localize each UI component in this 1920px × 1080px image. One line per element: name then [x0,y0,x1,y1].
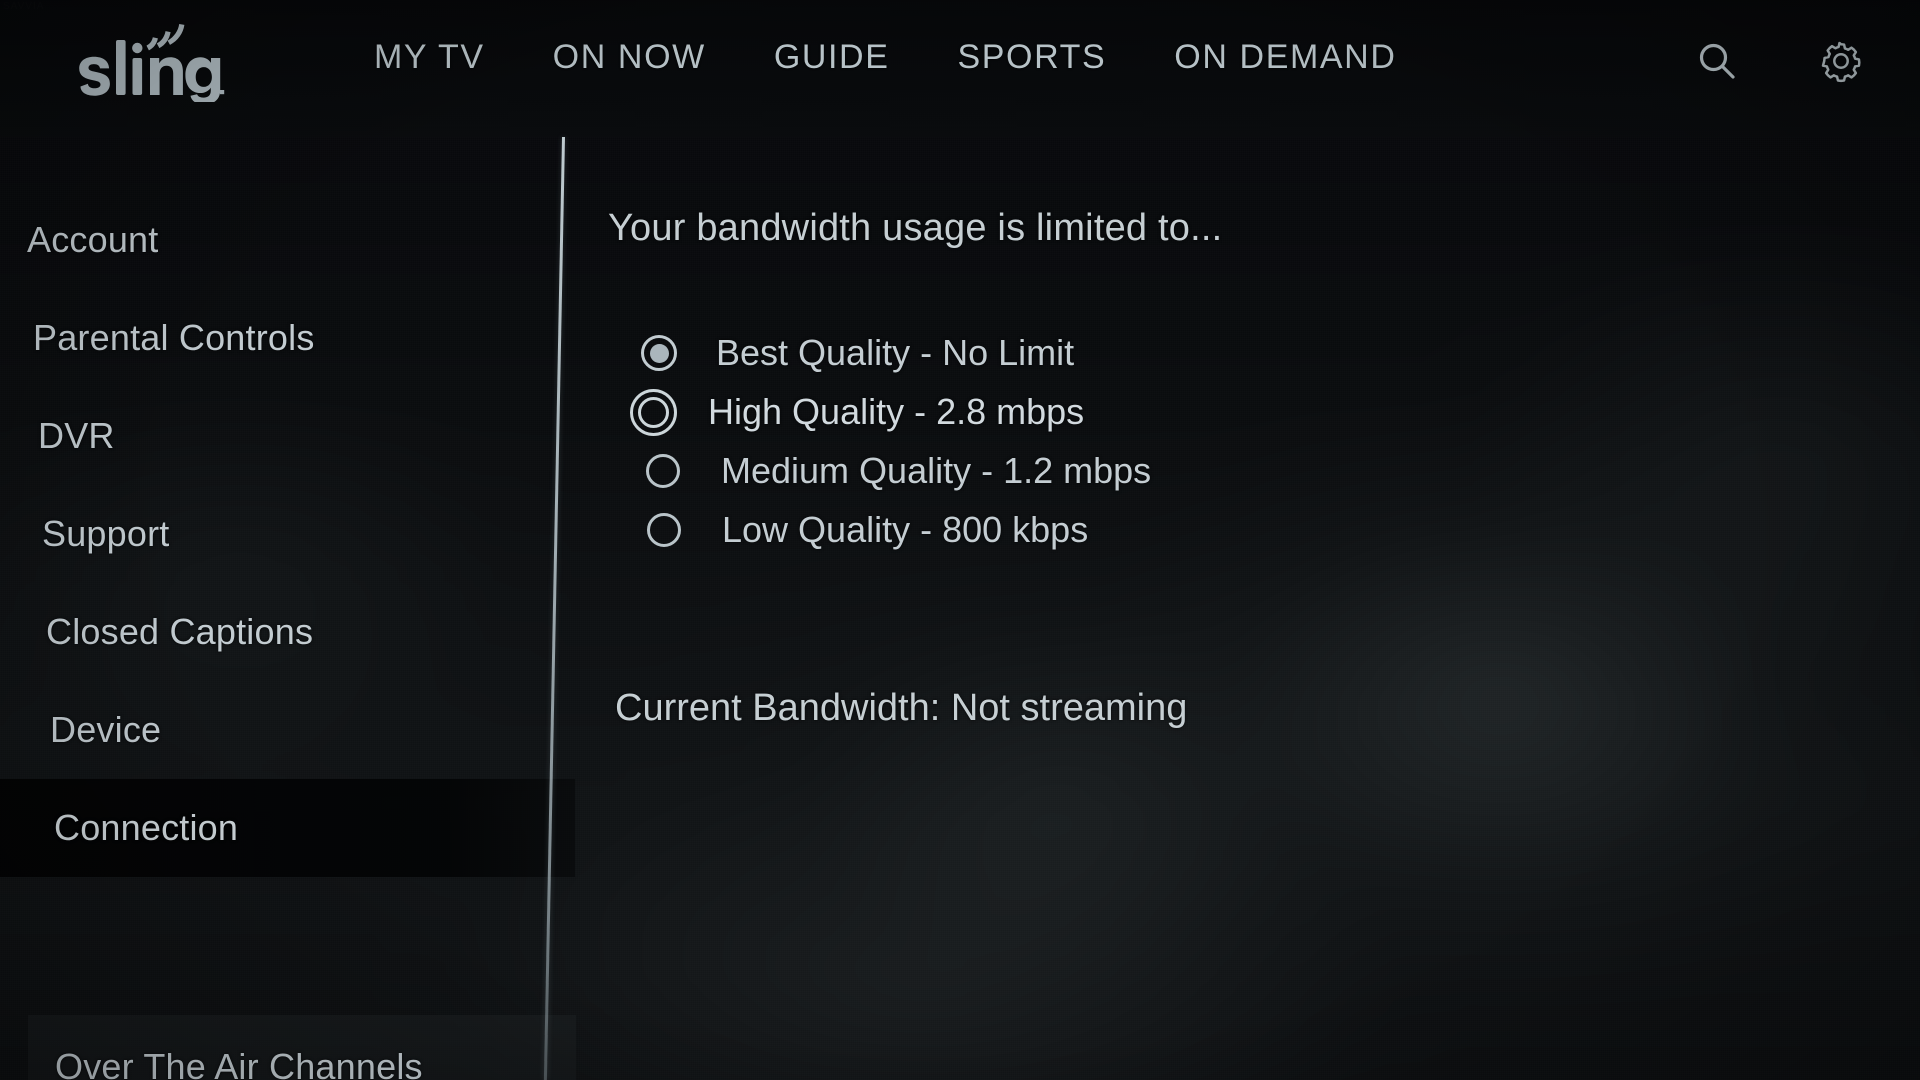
search-icon [1695,39,1739,83]
option-high-quality[interactable]: High Quality - 2.8 mbps [627,383,1084,441]
option-medium-quality[interactable]: Medium Quality - 1.2 mbps [637,442,1151,500]
option-best-quality[interactable]: Best Quality - No Limit [633,324,1074,382]
option-label: High Quality - 2.8 mbps [708,391,1085,432]
radio-low-quality[interactable] [638,504,690,556]
option-label: Medium Quality - 1.2 mbps [721,450,1152,491]
option-label: Best Quality - No Limit [716,332,1075,373]
sidebar-item-label: Account [27,219,159,260]
settings-button[interactable] [1818,38,1864,84]
sidebar-item-over-the-air-channels[interactable]: Over The Air Channels [28,1015,576,1080]
top-navigation-bar: MY TV ON NOW GUIDE SPORTS ON DEMAND [0,0,1920,137]
radio-outer-ring [647,513,681,547]
option-low-quality[interactable]: Low Quality - 800 kbps [638,501,1088,559]
sidebar-subpanel: Over The Air Channels [28,1015,576,1080]
nav-guide[interactable]: GUIDE [740,32,924,82]
gear-icon [1818,38,1864,84]
page-title: Your bandwidth usage is limited to... [608,207,1223,249]
sling-settings-screen: SAVVIA [0,0,1920,1080]
main-nav-list: MY TV ON NOW GUIDE SPORTS ON DEMAND [340,32,1430,82]
sidebar-item-device[interactable]: Device [0,681,575,779]
radio-outer-ring [646,454,680,488]
sling-logo[interactable] [70,24,225,102]
settings-sidebar: Account Parental Controls DVR Support Cl… [0,137,576,1080]
nav-on-now[interactable]: ON NOW [519,32,740,82]
nav-on-demand[interactable]: ON DEMAND [1140,32,1430,82]
nav-my-tv[interactable]: MY TV [340,32,519,82]
sidebar-item-label: Connection [54,807,239,848]
sidebar-item-account[interactable]: Account [0,191,575,289]
radio-outer-ring [637,396,669,428]
current-bandwidth-status: Current Bandwidth: Not streaming [615,687,1188,729]
sidebar-subitem-label: Over The Air Channels [55,1046,423,1080]
sidebar-item-label: Device [50,709,162,750]
option-label: Low Quality - 800 kbps [722,509,1089,550]
sidebar-item-connection[interactable]: Connection [0,779,575,877]
sidebar-item-label: Closed Captions [46,611,314,652]
sidebar-item-closed-captions[interactable]: Closed Captions [0,583,575,681]
sidebar-item-dvr[interactable]: DVR [0,387,575,485]
settings-content-panel: Your bandwidth usage is limited to... Be… [575,137,1920,1080]
sidebar-item-label: Support [42,513,170,554]
sidebar-item-parental-controls[interactable]: Parental Controls [0,289,575,387]
search-button[interactable] [1694,38,1740,84]
sidebar-item-label: DVR [38,415,115,456]
nav-sports[interactable]: SPORTS [924,32,1141,82]
sidebar-item-label: Parental Controls [33,317,315,358]
radio-high-quality[interactable] [627,386,679,438]
radio-best-quality[interactable] [633,327,685,379]
sidebar-item-support[interactable]: Support [0,485,575,583]
radio-medium-quality[interactable] [637,445,689,497]
nav-icon-group [1694,38,1864,84]
radio-selected-dot [649,343,669,363]
